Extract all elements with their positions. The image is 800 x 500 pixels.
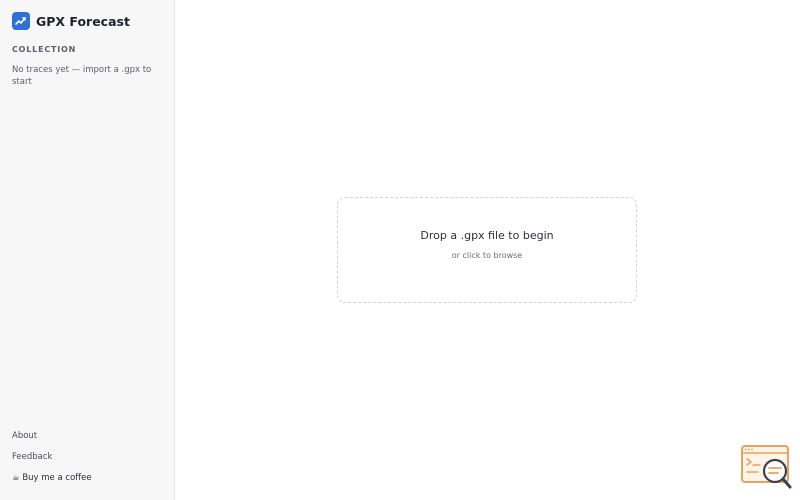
sidebar: GPX Forecast COLLECTION No traces yet — … bbox=[0, 0, 175, 500]
app-title: GPX Forecast bbox=[36, 13, 130, 29]
gpx-dropzone[interactable]: Drop a .gpx file to begin or click to br… bbox=[337, 197, 637, 303]
app-root: GPX Forecast COLLECTION No traces yet — … bbox=[0, 0, 800, 500]
buy-me-a-coffee-link[interactable]: ☕ Buy me a coffee bbox=[12, 472, 92, 493]
main-area: Drop a .gpx file to begin or click to br… bbox=[175, 0, 800, 500]
sidebar-footer: About Feedback ☕ Buy me a coffee bbox=[12, 430, 92, 493]
feedback-link[interactable]: Feedback bbox=[12, 451, 92, 472]
dropzone-subtitle: or click to browse bbox=[451, 251, 523, 260]
trend-chart-icon bbox=[12, 12, 30, 30]
dropzone-title: Drop a .gpx file to begin bbox=[420, 229, 554, 242]
about-link[interactable]: About bbox=[12, 430, 92, 451]
collection-heading: COLLECTION bbox=[12, 45, 77, 54]
brand: GPX Forecast bbox=[12, 12, 130, 30]
code-window-search-icon[interactable] bbox=[740, 444, 794, 490]
empty-collection-message: No traces yet — import a .gpx to start bbox=[12, 65, 152, 87]
